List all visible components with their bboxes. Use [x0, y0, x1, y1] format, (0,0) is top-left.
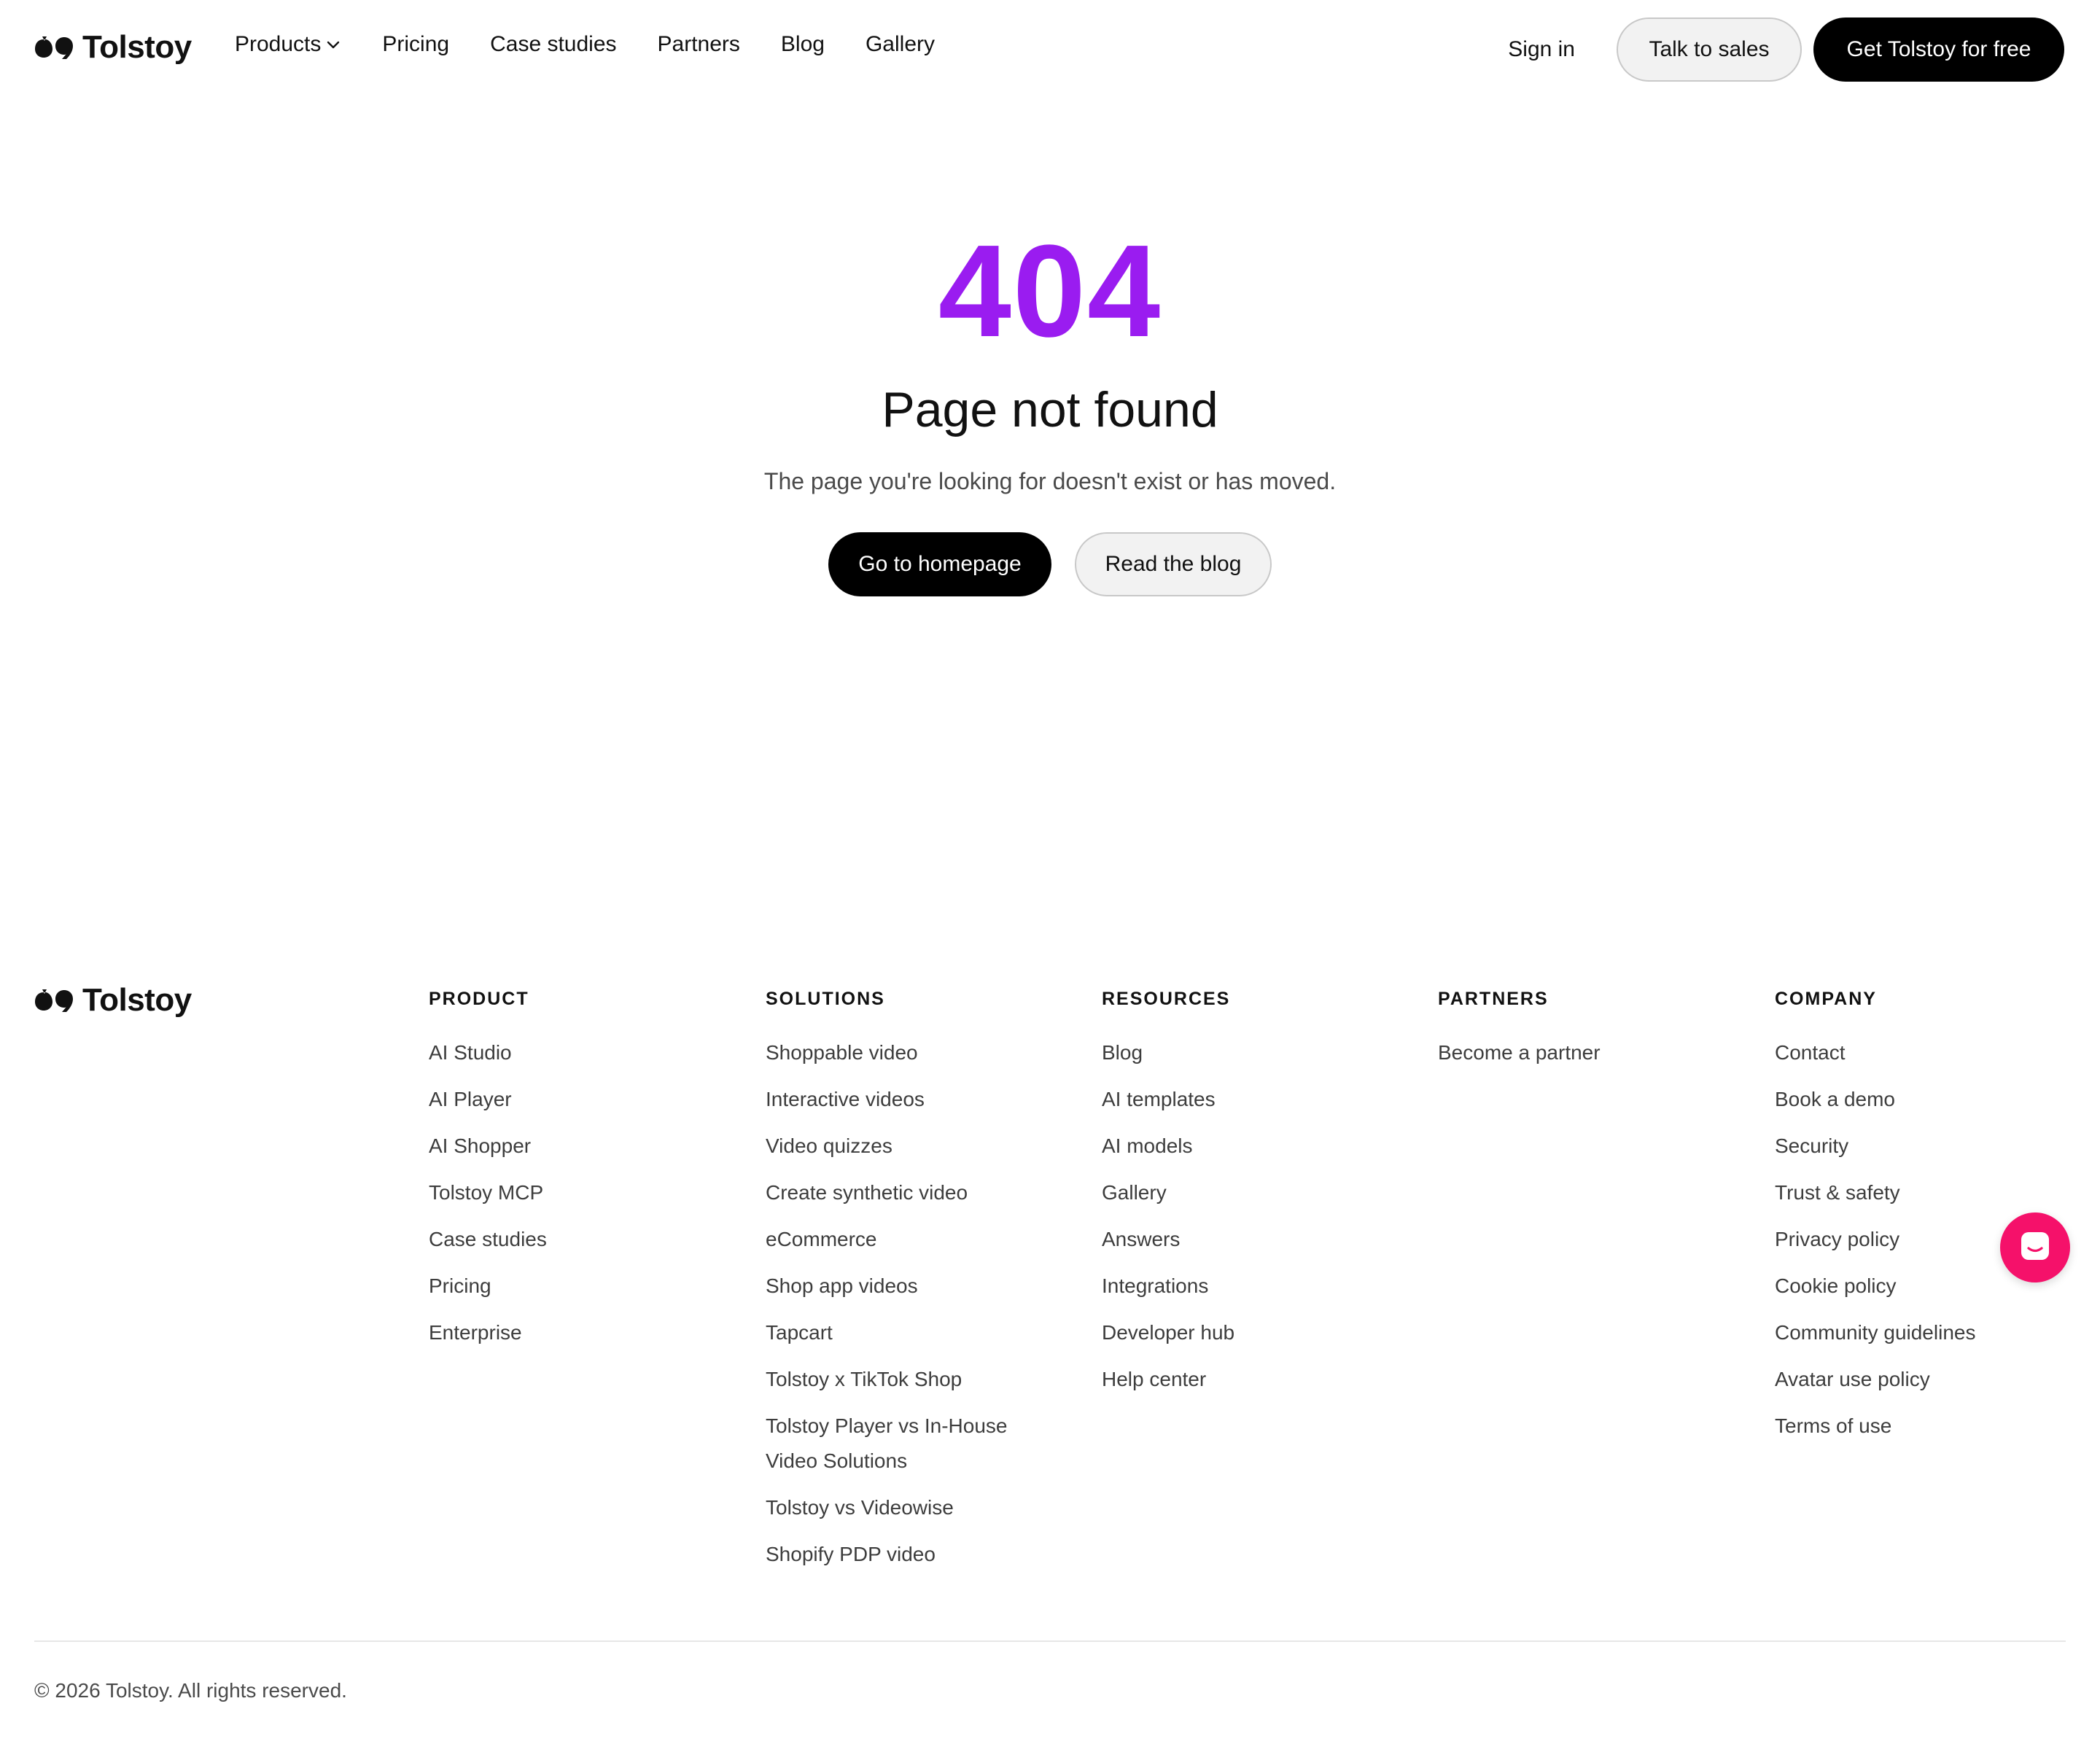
logo-link[interactable]: Tolstoy: [34, 29, 192, 66]
go-to-homepage-button[interactable]: Go to homepage: [828, 532, 1051, 596]
footer-link[interactable]: Book a demo: [1775, 1082, 1975, 1117]
footer-link[interactable]: AI models: [1102, 1129, 1234, 1164]
footer-column-solutions: SOLUTIONS Shoppable video Interactive vi…: [766, 987, 1028, 1584]
footer-link[interactable]: Avatar use policy: [1775, 1362, 1975, 1397]
footer-link[interactable]: Community guidelines: [1775, 1315, 1975, 1350]
footer-divider: [34, 1640, 2066, 1642]
footer-column-resources: RESOURCES Blog AI templates AI models Ga…: [1102, 987, 1234, 1409]
talk-to-sales-button[interactable]: Talk to sales: [1617, 17, 1802, 82]
footer-link[interactable]: Gallery: [1102, 1175, 1234, 1210]
footer-link[interactable]: AI Player: [429, 1082, 547, 1117]
footer-link[interactable]: Privacy policy: [1775, 1222, 1975, 1257]
footer-link[interactable]: Integrations: [1102, 1269, 1234, 1304]
nav-partners[interactable]: Partners: [658, 32, 740, 57]
footer-link[interactable]: Tolstoy vs Videowise: [766, 1490, 1028, 1525]
footer-logo-link[interactable]: Tolstoy: [34, 982, 192, 1019]
footer-link[interactable]: Trust & safety: [1775, 1175, 1975, 1210]
sign-in-link[interactable]: Sign in: [1508, 37, 1575, 62]
chat-bubble-icon: [2018, 1229, 2053, 1267]
footer-link[interactable]: AI Shopper: [429, 1129, 547, 1164]
quote-marks-icon: [34, 988, 74, 1013]
footer-link[interactable]: Create synthetic video: [766, 1175, 1028, 1210]
nav-blog[interactable]: Blog: [781, 32, 825, 57]
footer-link[interactable]: Security: [1775, 1129, 1975, 1164]
footer-column-company: COMPANY Contact Book a demo Security Tru…: [1775, 987, 1975, 1455]
nav-pricing[interactable]: Pricing: [382, 32, 449, 57]
header-actions: Sign in Talk to sales Get Tolstoy for fr…: [1508, 17, 2064, 82]
footer-link[interactable]: Case studies: [429, 1222, 547, 1257]
footer-link[interactable]: Tapcart: [766, 1315, 1028, 1350]
footer-link[interactable]: Answers: [1102, 1222, 1234, 1257]
footer-link[interactable]: eCommerce: [766, 1222, 1028, 1257]
page-subtitle: The page you're looking for doesn't exis…: [763, 468, 1337, 494]
footer-link[interactable]: Blog: [1102, 1035, 1234, 1070]
nav-case-studies[interactable]: Case studies: [490, 32, 616, 57]
not-found-section: 404 Page not found The page you're looki…: [0, 219, 2100, 596]
read-the-blog-button[interactable]: Read the blog: [1075, 532, 1272, 596]
error-code: 404: [938, 218, 1162, 365]
quote-marks-icon: [34, 35, 74, 60]
footer-link[interactable]: Cookie policy: [1775, 1269, 1975, 1304]
nav-products[interactable]: Products: [235, 32, 341, 57]
hero-actions: Go to homepage Read the blog: [0, 532, 2100, 596]
footer-link[interactable]: Video quizzes: [766, 1129, 1028, 1164]
footer-link[interactable]: AI templates: [1102, 1082, 1234, 1117]
footer-heading: COMPANY: [1775, 989, 1877, 1009]
nav-products-label: Products: [235, 32, 322, 56]
footer-link[interactable]: Tolstoy MCP: [429, 1175, 547, 1210]
site-header: Tolstoy Products Pricing Case studies Pa…: [0, 0, 2100, 98]
footer-link[interactable]: Shoppable video: [766, 1035, 1028, 1070]
footer-heading: RESOURCES: [1102, 989, 1231, 1009]
footer-link[interactable]: Help center: [1102, 1362, 1234, 1397]
chevron-down-icon: [325, 36, 341, 52]
main-nav: Products Pricing Case studies Partners B…: [235, 32, 976, 57]
footer-brand-name: Tolstoy: [82, 982, 192, 1018]
footer-column-product: PRODUCT AI Studio AI Player AI Shopper T…: [429, 987, 547, 1362]
nav-gallery[interactable]: Gallery: [866, 32, 935, 57]
footer-link[interactable]: Tolstoy x TikTok Shop: [766, 1362, 1028, 1397]
footer-link[interactable]: Shopify PDP video: [766, 1537, 1028, 1572]
footer-link[interactable]: Become a partner: [1438, 1035, 1601, 1070]
footer-link[interactable]: Developer hub: [1102, 1315, 1234, 1350]
footer-link[interactable]: Tolstoy Player vs In-House Video Solutio…: [766, 1409, 1028, 1479]
copyright: © 2026 Tolstoy. All rights reserved.: [34, 1679, 347, 1702]
brand-name: Tolstoy: [82, 29, 192, 65]
footer-link[interactable]: Contact: [1775, 1035, 1975, 1070]
page-title: Page not found: [882, 382, 1218, 437]
footer-link[interactable]: Shop app videos: [766, 1269, 1028, 1304]
footer-link[interactable]: Interactive videos: [766, 1082, 1028, 1117]
footer-heading: PRODUCT: [429, 989, 529, 1009]
footer-heading: PARTNERS: [1438, 989, 1549, 1009]
footer-link[interactable]: Enterprise: [429, 1315, 547, 1350]
get-tolstoy-free-button[interactable]: Get Tolstoy for free: [1813, 17, 2064, 82]
chat-launcher-button[interactable]: [2000, 1212, 2070, 1282]
footer-link[interactable]: AI Studio: [429, 1035, 547, 1070]
footer-link[interactable]: Terms of use: [1775, 1409, 1975, 1444]
footer-column-partners: PARTNERS Become a partner: [1438, 987, 1601, 1082]
footer-heading: SOLUTIONS: [766, 989, 885, 1009]
footer-link[interactable]: Pricing: [429, 1269, 547, 1304]
